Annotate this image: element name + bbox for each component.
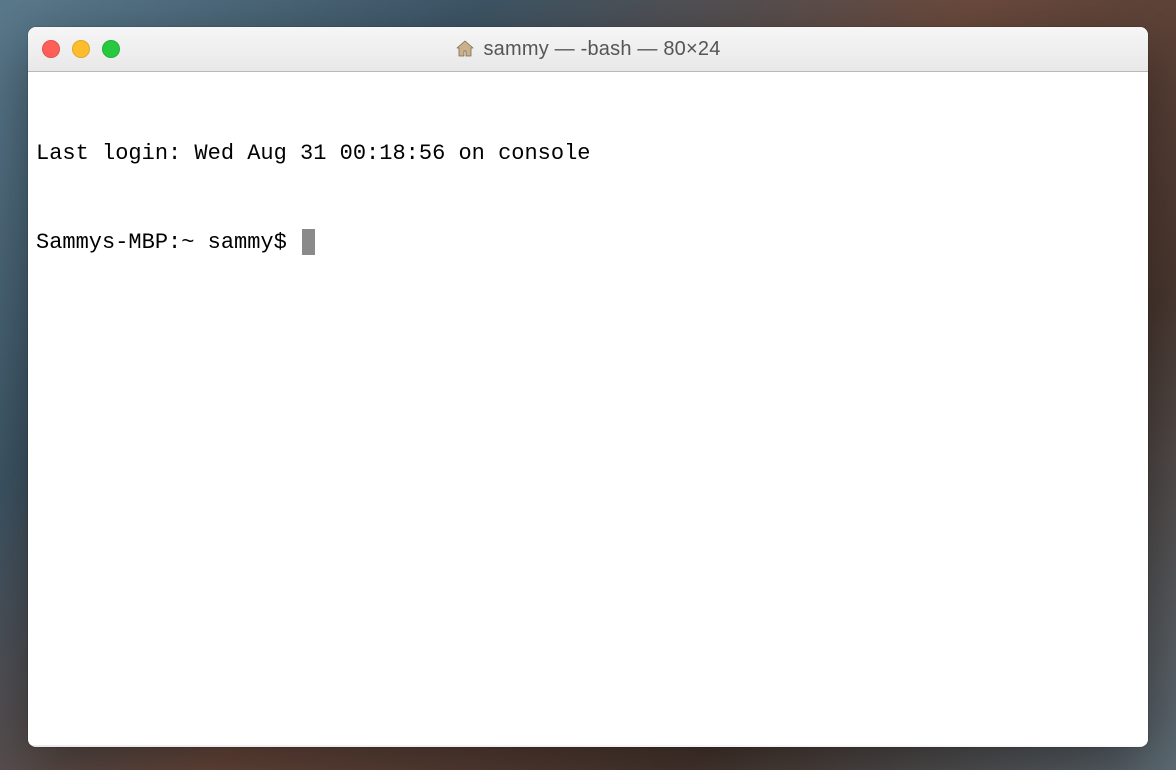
titlebar[interactable]: sammy — -bash — 80×24 — [28, 27, 1148, 72]
terminal-window: sammy — -bash — 80×24 Last login: Wed Au… — [28, 27, 1148, 747]
home-icon — [455, 39, 475, 59]
last-login-line: Last login: Wed Aug 31 00:18:56 on conso… — [36, 139, 1140, 169]
traffic-lights — [42, 40, 120, 58]
window-edge — [28, 745, 1148, 747]
zoom-button[interactable] — [102, 40, 120, 58]
title-center: sammy — -bash — 80×24 — [28, 38, 1148, 61]
window-title: sammy — -bash — 80×24 — [483, 38, 720, 61]
cursor-block — [302, 229, 315, 255]
close-button[interactable] — [42, 40, 60, 58]
terminal-body[interactable]: Last login: Wed Aug 31 00:18:56 on conso… — [28, 72, 1148, 745]
prompt-line: Sammys-MBP:~ sammy$ — [36, 228, 1140, 258]
minimize-button[interactable] — [72, 40, 90, 58]
prompt-text: Sammys-MBP:~ sammy$ — [36, 228, 300, 258]
